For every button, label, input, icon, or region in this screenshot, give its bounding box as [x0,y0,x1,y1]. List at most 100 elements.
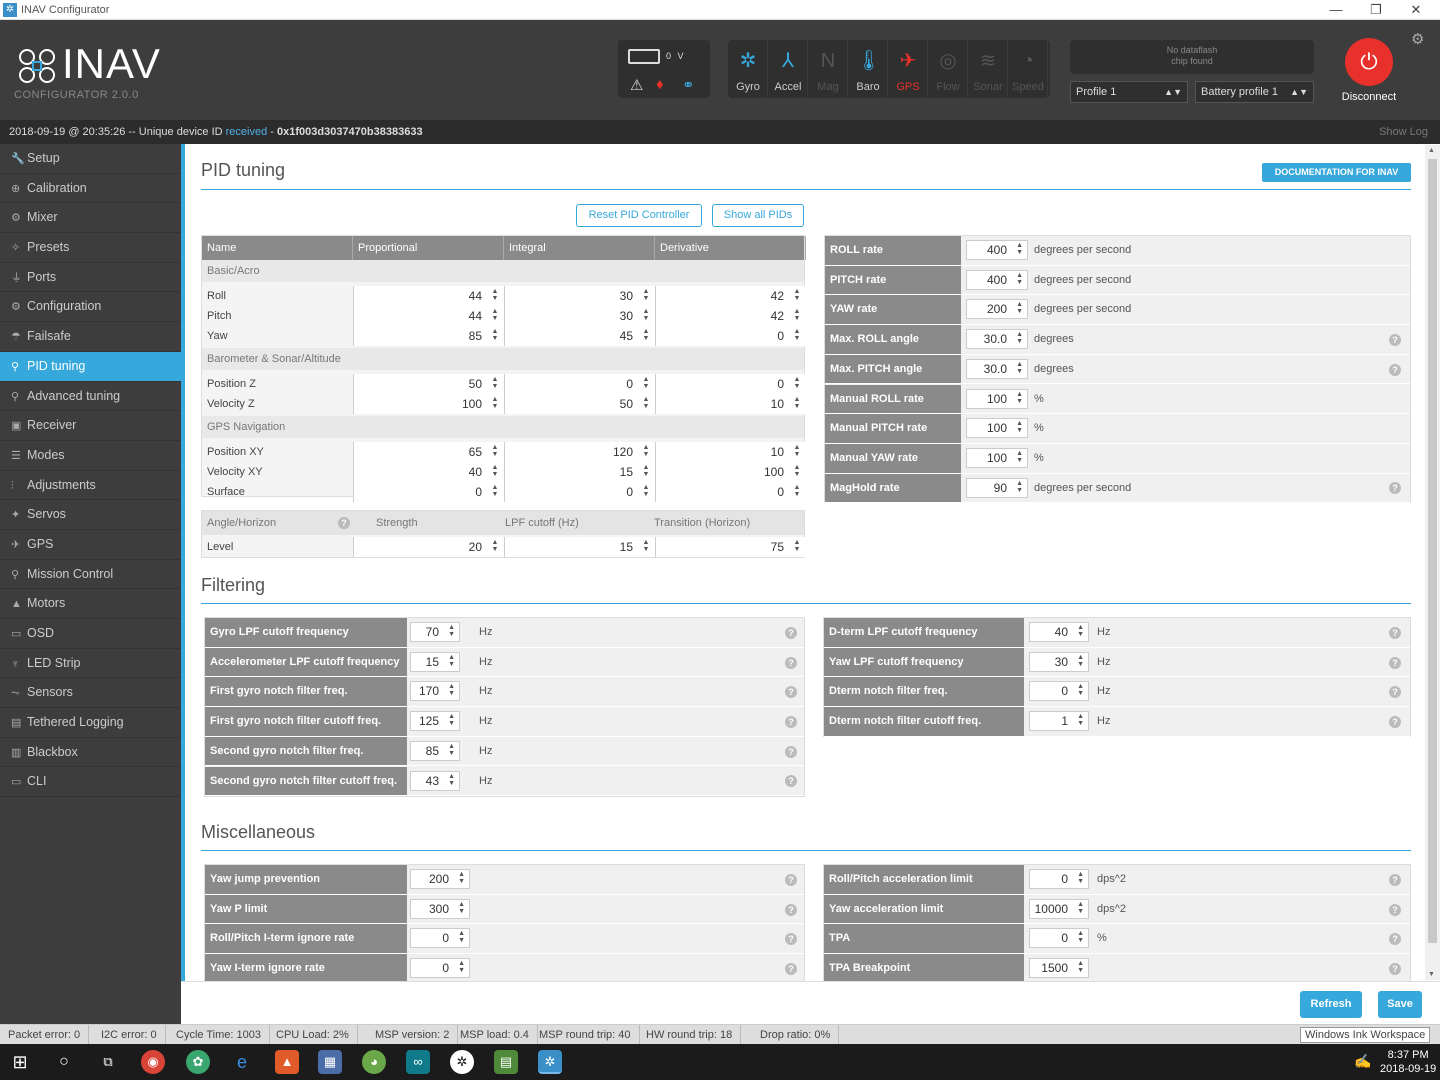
help-icon[interactable]: ? [785,715,797,728]
setting-input[interactable]: 30.0 ▲ ▼ [966,329,1028,350]
setting-input[interactable]: 70 ▲ ▼ [410,622,460,642]
pid-d-input[interactable]: 10 ▲ ▼ [655,442,806,462]
pid-d-input[interactable]: 42 ▲ ▼ [655,286,806,306]
pid-i-input[interactable]: 0 ▲ ▼ [504,482,655,502]
show-log-link[interactable]: Show Log [1379,120,1428,144]
spinner-arrows-icon[interactable]: ▲ ▼ [1077,960,1084,974]
spinner-arrows-icon[interactable]: ▲ ▼ [642,396,650,410]
refresh-button[interactable]: Refresh [1300,991,1362,1018]
setting-input[interactable]: 10000 ▲ ▼ [1029,898,1089,919]
sidebar-item-modes[interactable]: ☰ Modes [0,441,181,471]
spinner-arrows-icon[interactable]: ▲ ▼ [491,308,499,322]
inav-taskbar-icon[interactable]: ✲ [538,1050,562,1074]
spinner-arrows-icon[interactable]: ▲ ▼ [642,328,650,342]
spinner-arrows-icon[interactable]: ▲ ▼ [642,484,650,498]
sidebar-item-calibration[interactable]: ⊕ Calibration [0,174,181,204]
help-icon[interactable]: ? [1389,903,1401,916]
spinner-arrows-icon[interactable]: ▲ ▼ [491,328,499,342]
help-icon[interactable]: ? [785,686,797,699]
settings-gear-icon[interactable]: ⚙ [1411,30,1424,48]
spinner-arrows-icon[interactable]: ▲ ▼ [458,960,465,974]
sidebar-item-gps[interactable]: ✈ GPS [0,530,181,560]
spinner-arrows-icon[interactable]: ▲ ▼ [458,930,465,944]
pid-p-input[interactable]: 44 ▲ ▼ [353,306,504,326]
pid-p-input[interactable]: 100 ▲ ▼ [353,394,504,414]
spinner-arrows-icon[interactable]: ▲ ▼ [793,308,801,322]
sidebar-item-sensors[interactable]: ⏦ Sensors [0,678,181,709]
spinner-arrows-icon[interactable]: ▲ ▼ [1016,420,1023,434]
sidebar-item-blackbox[interactable]: ▥ Blackbox [0,738,181,768]
android-icon[interactable]: ◕ [362,1050,386,1074]
setting-input[interactable]: 0 ▲ ▼ [1029,681,1089,702]
pid-p-input[interactable]: 44 ▲ ▼ [353,286,504,306]
pid-i-input[interactable]: 50 ▲ ▼ [504,394,655,414]
edge-icon[interactable]: e [230,1050,254,1074]
sidebar-item-receiver[interactable]: ▣ Receiver [0,411,181,441]
pid-i-input[interactable]: 15 ▲ ▼ [504,462,655,482]
pid-d-input[interactable]: 42 ▲ ▼ [655,306,806,326]
pid-d-input[interactable]: 100 ▲ ▼ [655,462,806,482]
sidebar-item-led-strip[interactable]: ♆ LED Strip [0,649,181,679]
spinner-arrows-icon[interactable]: ▲ ▼ [793,328,801,342]
save-button[interactable]: Save [1378,991,1422,1018]
setting-input[interactable]: 0 ▲ ▼ [410,958,470,979]
setting-input[interactable]: 0 ▲ ▼ [1029,928,1089,949]
spinner-arrows-icon[interactable]: ▲ ▼ [642,308,650,322]
setting-input[interactable]: 85 ▲ ▼ [410,740,460,761]
help-icon[interactable]: ? [1389,333,1401,346]
app-icon[interactable]: ▲ [275,1050,299,1074]
app-icon[interactable]: ✿ [186,1050,210,1074]
spinner-arrows-icon[interactable]: ▲ ▼ [1077,713,1084,727]
spinner-arrows-icon[interactable]: ▲ ▼ [642,539,650,553]
spinner-arrows-icon[interactable]: ▲ ▼ [448,683,455,697]
app-icon[interactable]: ▦ [318,1050,342,1074]
sidebar-item-osd[interactable]: ▭ OSD [0,619,181,649]
spinner-arrows-icon[interactable]: ▲ ▼ [1077,930,1084,944]
spinner-arrows-icon[interactable]: ▲ ▼ [448,713,455,727]
help-icon[interactable]: ? [785,775,797,788]
setting-input[interactable]: 300 ▲ ▼ [410,898,470,919]
spinner-arrows-icon[interactable]: ▲ ▼ [642,376,650,390]
help-icon[interactable]: ? [785,903,797,916]
close-button[interactable]: ✕ [1396,0,1436,20]
setting-input[interactable]: 30.0 ▲ ▼ [966,358,1028,379]
setting-input[interactable]: 170 ▲ ▼ [410,681,460,702]
task-view-icon[interactable]: ⧉ [96,1050,120,1074]
setting-input[interactable]: 400 ▲ ▼ [966,269,1028,290]
sidebar-item-advanced-tuning[interactable]: ⚲ Advanced tuning [0,382,181,412]
pid-p-input[interactable]: 65 ▲ ▼ [353,442,504,462]
setting-input[interactable]: 100 ▲ ▼ [966,418,1028,439]
angle-strength-input[interactable]: 20 ▲ ▼ [353,537,504,557]
spinner-arrows-icon[interactable]: ▲ ▼ [458,901,465,915]
pid-i-input[interactable]: 45 ▲ ▼ [504,326,655,346]
setting-input[interactable]: 1500 ▲ ▼ [1029,958,1089,979]
pid-d-input[interactable]: 0 ▲ ▼ [655,482,806,502]
sidebar-item-presets[interactable]: ✧ Presets [0,233,181,263]
help-icon[interactable]: ? [338,517,350,529]
help-icon[interactable]: ? [1389,873,1401,886]
angle-lpf-input[interactable]: 15 ▲ ▼ [504,537,655,557]
spinner-arrows-icon[interactable]: ▲ ▼ [448,743,455,757]
pid-d-input[interactable]: 10 ▲ ▼ [655,394,806,414]
pid-p-input[interactable]: 85 ▲ ▼ [353,326,504,346]
pid-i-input[interactable]: 30 ▲ ▼ [504,306,655,326]
setting-input[interactable]: 30 ▲ ▼ [1029,651,1089,672]
sidebar-item-servos[interactable]: ✦ Servos [0,500,181,530]
pid-i-input[interactable]: 120 ▲ ▼ [504,442,655,462]
setting-input[interactable]: 40 ▲ ▼ [1029,622,1089,642]
arduino-icon[interactable]: ∞ [406,1050,430,1074]
spinner-arrows-icon[interactable]: ▲ ▼ [793,484,801,498]
spinner-arrows-icon[interactable]: ▲ ▼ [793,444,801,458]
spinner-arrows-icon[interactable]: ▲ ▼ [1077,654,1084,668]
spinner-arrows-icon[interactable]: ▲ ▼ [491,484,499,498]
scroll-up-icon[interactable]: ▲ [1428,147,1435,154]
pid-d-input[interactable]: 0 ▲ ▼ [655,326,806,346]
content-scrollbar[interactable]: ▲ ▼ [1425,145,1440,980]
setting-input[interactable]: 100 ▲ ▼ [966,388,1028,409]
spinner-arrows-icon[interactable]: ▲ ▼ [1016,480,1023,494]
chrome-icon[interactable]: ◉ [141,1050,165,1074]
pid-i-input[interactable]: 0 ▲ ▼ [504,374,655,394]
help-icon[interactable]: ? [1389,656,1401,669]
spinner-arrows-icon[interactable]: ▲ ▼ [1077,624,1084,638]
pid-p-input[interactable]: 40 ▲ ▼ [353,462,504,482]
